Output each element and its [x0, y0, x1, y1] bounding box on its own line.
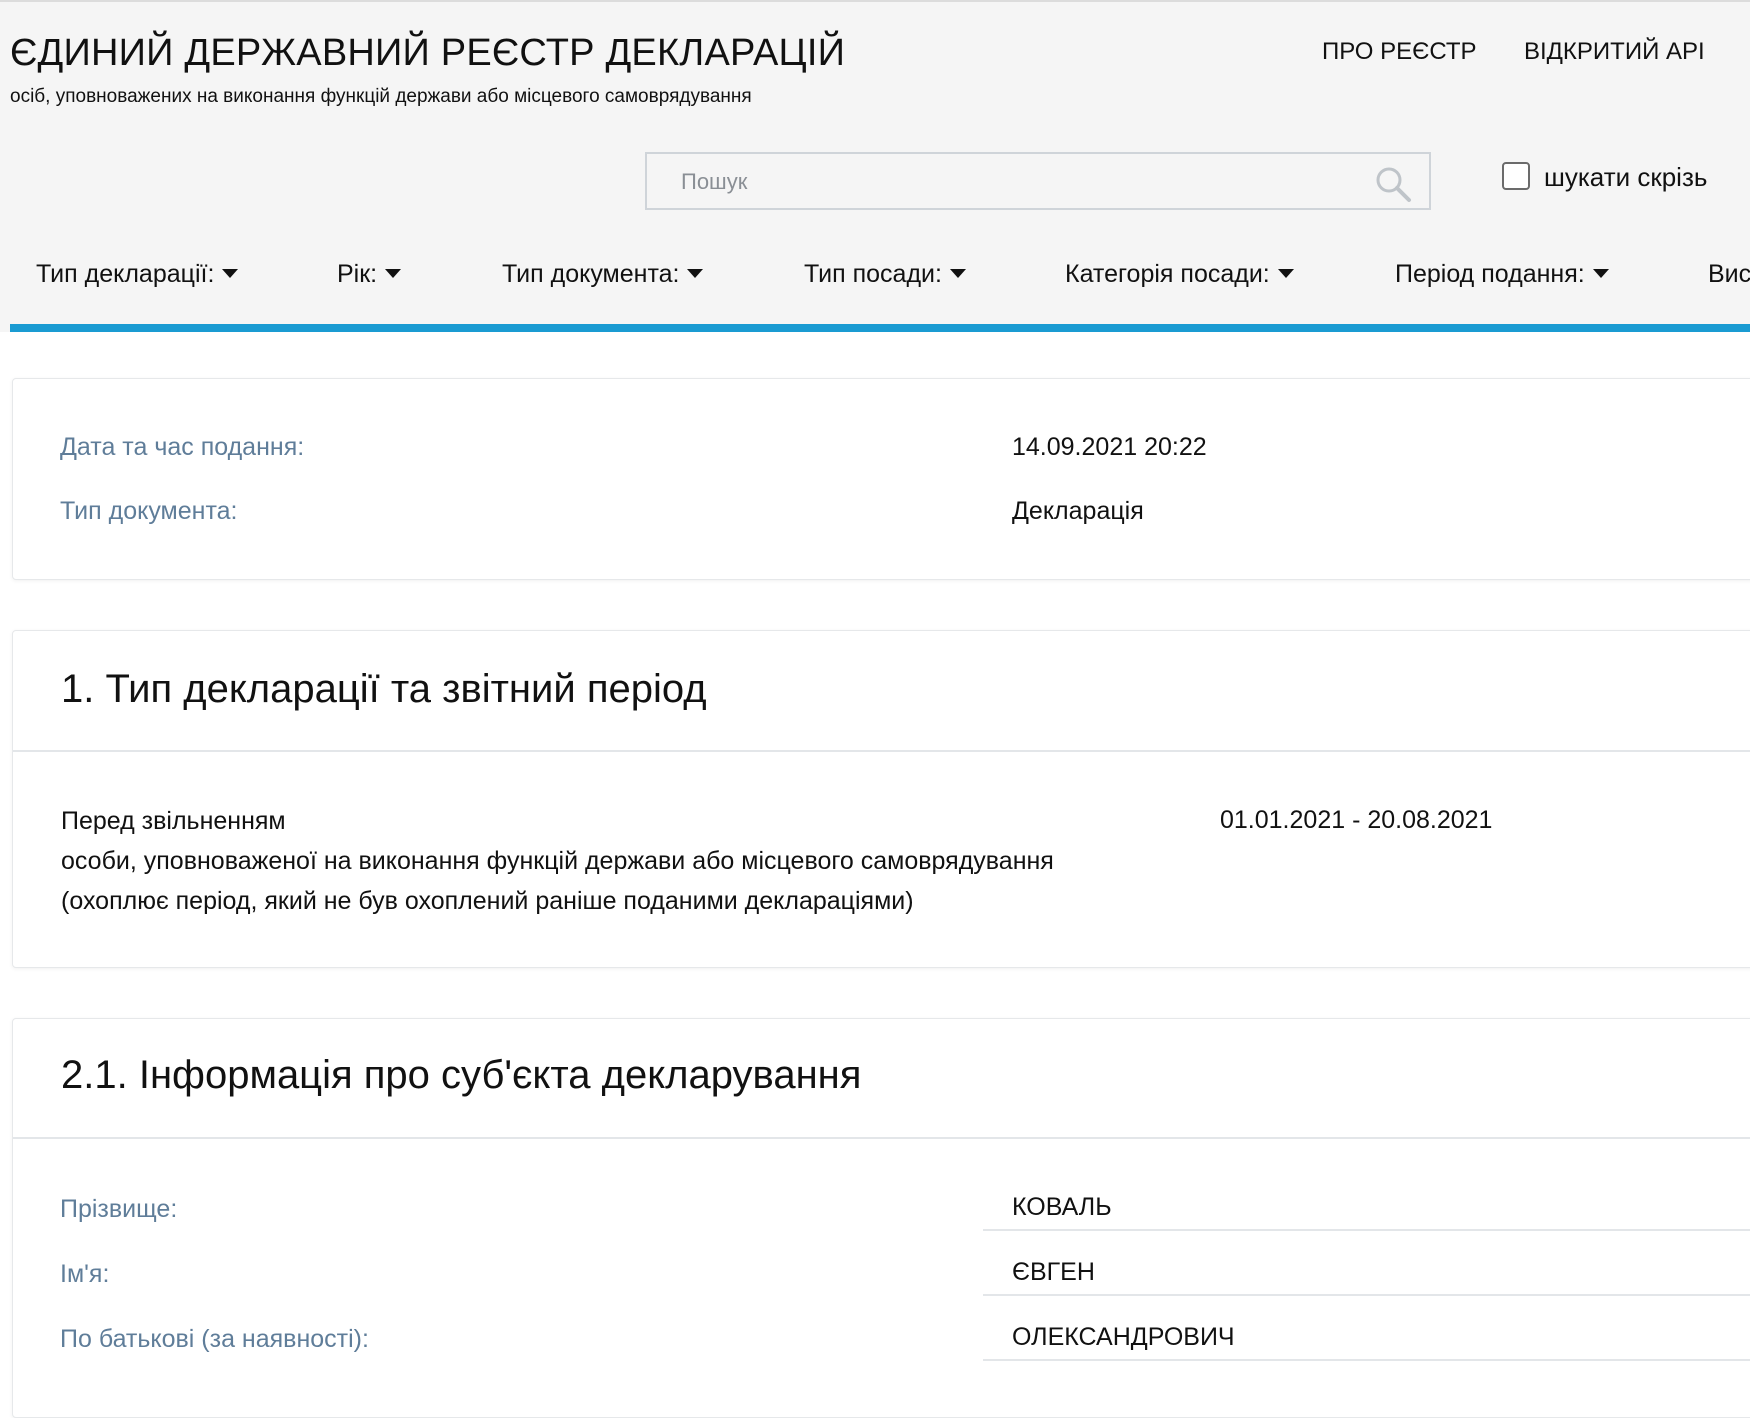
declaration-type-line-2: особи, уповноваженої на виконання функці…: [61, 847, 1054, 875]
accent-bar: [10, 324, 1750, 332]
caret-down-icon: [1277, 268, 1294, 278]
caret-down-icon: [1592, 268, 1609, 278]
first-name-value: ЄВГЕН: [1012, 1258, 1095, 1286]
section-1-title: 1. Тип декларації та звітний період: [61, 667, 707, 711]
search-everywhere-option[interactable]: шукати скрізь: [1502, 162, 1707, 193]
section-subject-info-card: 2.1. Інформація про суб'єкта декларуванн…: [12, 1018, 1750, 1418]
patronymic-label: По батькові (за наявності):: [60, 1325, 369, 1353]
nav-open-api-link[interactable]: ВІДКРИТИЙ API: [1524, 38, 1705, 66]
caret-down-icon: [385, 268, 402, 278]
section-divider: [13, 750, 1750, 752]
filter-position-type[interactable]: Тип посади:: [804, 260, 966, 289]
section-divider: [13, 1137, 1750, 1139]
filter-declaration-type[interactable]: Тип декларації:: [36, 260, 239, 289]
submission-datetime-value: 14.09.2021 20:22: [1012, 433, 1207, 461]
filter-position-category[interactable]: Категорія посади:: [1065, 260, 1294, 289]
search-everywhere-label: шукати скрізь: [1544, 162, 1708, 192]
surname-value: КОВАЛЬ: [1012, 1193, 1112, 1221]
site-subtitle: осіб, уповноважених на виконання функцій…: [10, 86, 752, 107]
row-divider: [983, 1294, 1750, 1296]
search-everywhere-checkbox[interactable]: [1502, 162, 1530, 191]
search-input[interactable]: [647, 154, 1383, 210]
declaration-type-line-3: (охоплює період, який не був охоплений р…: [61, 887, 914, 915]
filter-submission-period[interactable]: Період подання:: [1395, 260, 1609, 289]
filter-document-type[interactable]: Тип документа:: [502, 260, 704, 289]
row-divider: [983, 1229, 1750, 1231]
caret-down-icon: [949, 268, 966, 278]
search-icon[interactable]: [1373, 164, 1413, 204]
filter-truncated[interactable]: Вис: [1708, 260, 1750, 289]
search-box: [645, 152, 1431, 210]
document-type-label: Тип документа:: [60, 497, 238, 525]
section-2-1-title: 2.1. Інформація про суб'єкта декларуванн…: [61, 1053, 862, 1097]
declaration-type-line-1: Перед звільненням: [61, 807, 286, 835]
first-name-label: Ім'я:: [60, 1260, 110, 1288]
site-title[interactable]: ЄДИНИЙ ДЕРЖАВНИЙ РЕЄСТР ДЕКЛАРАЦІЙ: [10, 32, 845, 75]
nav-about-registry-link[interactable]: ПРО РЕЄСТР: [1322, 38, 1477, 66]
filter-bar: Тип декларації: Рік: Тип документа: Тип …: [0, 260, 1750, 296]
row-divider: [983, 1359, 1750, 1361]
reporting-period-value: 01.01.2021 - 20.08.2021: [1220, 806, 1493, 834]
filter-year[interactable]: Рік:: [337, 260, 402, 289]
submission-datetime-label: Дата та час подання:: [60, 433, 305, 461]
section-declaration-type-card: 1. Тип декларації та звітний період Пере…: [12, 630, 1750, 968]
patronymic-value: ОЛЕКСАНДРОВИЧ: [1012, 1323, 1235, 1351]
caret-down-icon: [687, 268, 704, 278]
document-meta-card: Дата та час подання: 14.09.2021 20:22 Ти…: [12, 378, 1750, 580]
document-type-value: Декларація: [1012, 497, 1144, 525]
site-header: ЄДИНИЙ ДЕРЖАВНИЙ РЕЄСТР ДЕКЛАРАЦІЙ осіб,…: [0, 0, 1750, 332]
surname-label: Прізвище:: [60, 1195, 178, 1223]
caret-down-icon: [222, 268, 239, 278]
